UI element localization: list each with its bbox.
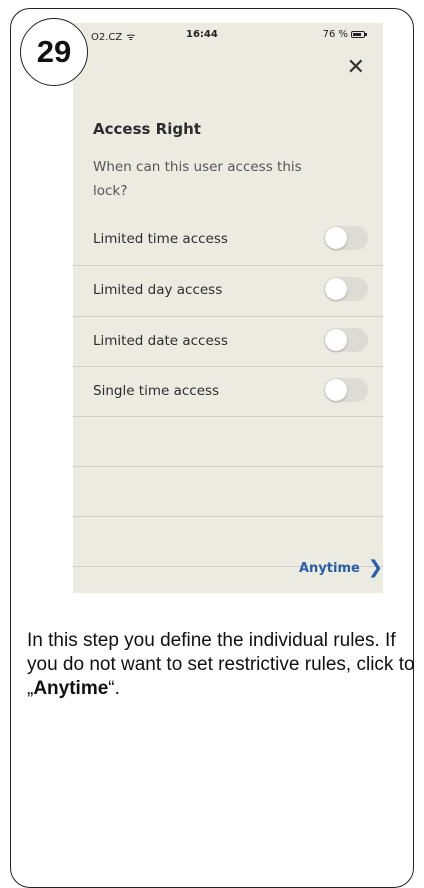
carrier-label: O2.CZ ᯤ xyxy=(91,29,135,43)
divider xyxy=(73,516,383,517)
toggle-knob xyxy=(325,227,347,249)
single-time-toggle[interactable] xyxy=(324,378,368,402)
anytime-label: Anytime xyxy=(299,560,360,576)
step-number-badge: 29 xyxy=(20,18,88,86)
wifi-icon: ᯤ xyxy=(126,32,136,43)
toggle-knob xyxy=(325,379,347,401)
clock: 16:44 xyxy=(186,29,218,40)
instruction-text: In this step you define the individual r… xyxy=(27,629,423,701)
toggle-knob xyxy=(325,329,347,351)
limited-day-toggle[interactable] xyxy=(324,277,368,301)
option-label: Limited day access xyxy=(93,282,223,298)
instruction-card: 29 O2.CZ ᯤ 16:44 76 % ✕ Access Right When… xyxy=(10,8,415,888)
divider xyxy=(73,466,383,467)
option-label: Limited time access xyxy=(93,231,228,247)
instruction-highlight: Anytime xyxy=(33,678,109,699)
status-bar: O2.CZ ᯤ 16:44 76 % xyxy=(73,23,383,45)
divider xyxy=(73,416,383,417)
carrier-text: O2.CZ xyxy=(91,32,123,43)
option-label: Single time access xyxy=(93,383,220,399)
page-subtitle: When can this user access this lock? xyxy=(93,159,302,199)
option-label: Limited date access xyxy=(93,333,228,349)
instruction-text-end: “. xyxy=(108,678,120,699)
battery-icon xyxy=(351,31,367,38)
anytime-button[interactable]: Anytime ❯ xyxy=(299,559,383,577)
toggle-knob xyxy=(325,278,347,300)
battery-indicator: 76 % xyxy=(322,29,367,40)
option-row-limited-time[interactable]: Limited time access xyxy=(73,214,383,265)
chevron-right-icon: ❯ xyxy=(367,557,383,578)
battery-percent: 76 % xyxy=(322,29,348,40)
page-title: Access Right xyxy=(93,120,201,138)
limited-time-toggle[interactable] xyxy=(324,226,368,250)
close-button[interactable]: ✕ xyxy=(347,57,365,79)
limited-date-toggle[interactable] xyxy=(324,328,368,352)
option-row-limited-date[interactable]: Limited date access xyxy=(73,316,383,367)
phone-screenshot: O2.CZ ᯤ 16:44 76 % ✕ Access Right When ca… xyxy=(73,23,383,593)
option-row-limited-day[interactable]: Limited day access xyxy=(73,265,383,316)
option-row-single-time[interactable]: Single time access xyxy=(73,366,383,417)
